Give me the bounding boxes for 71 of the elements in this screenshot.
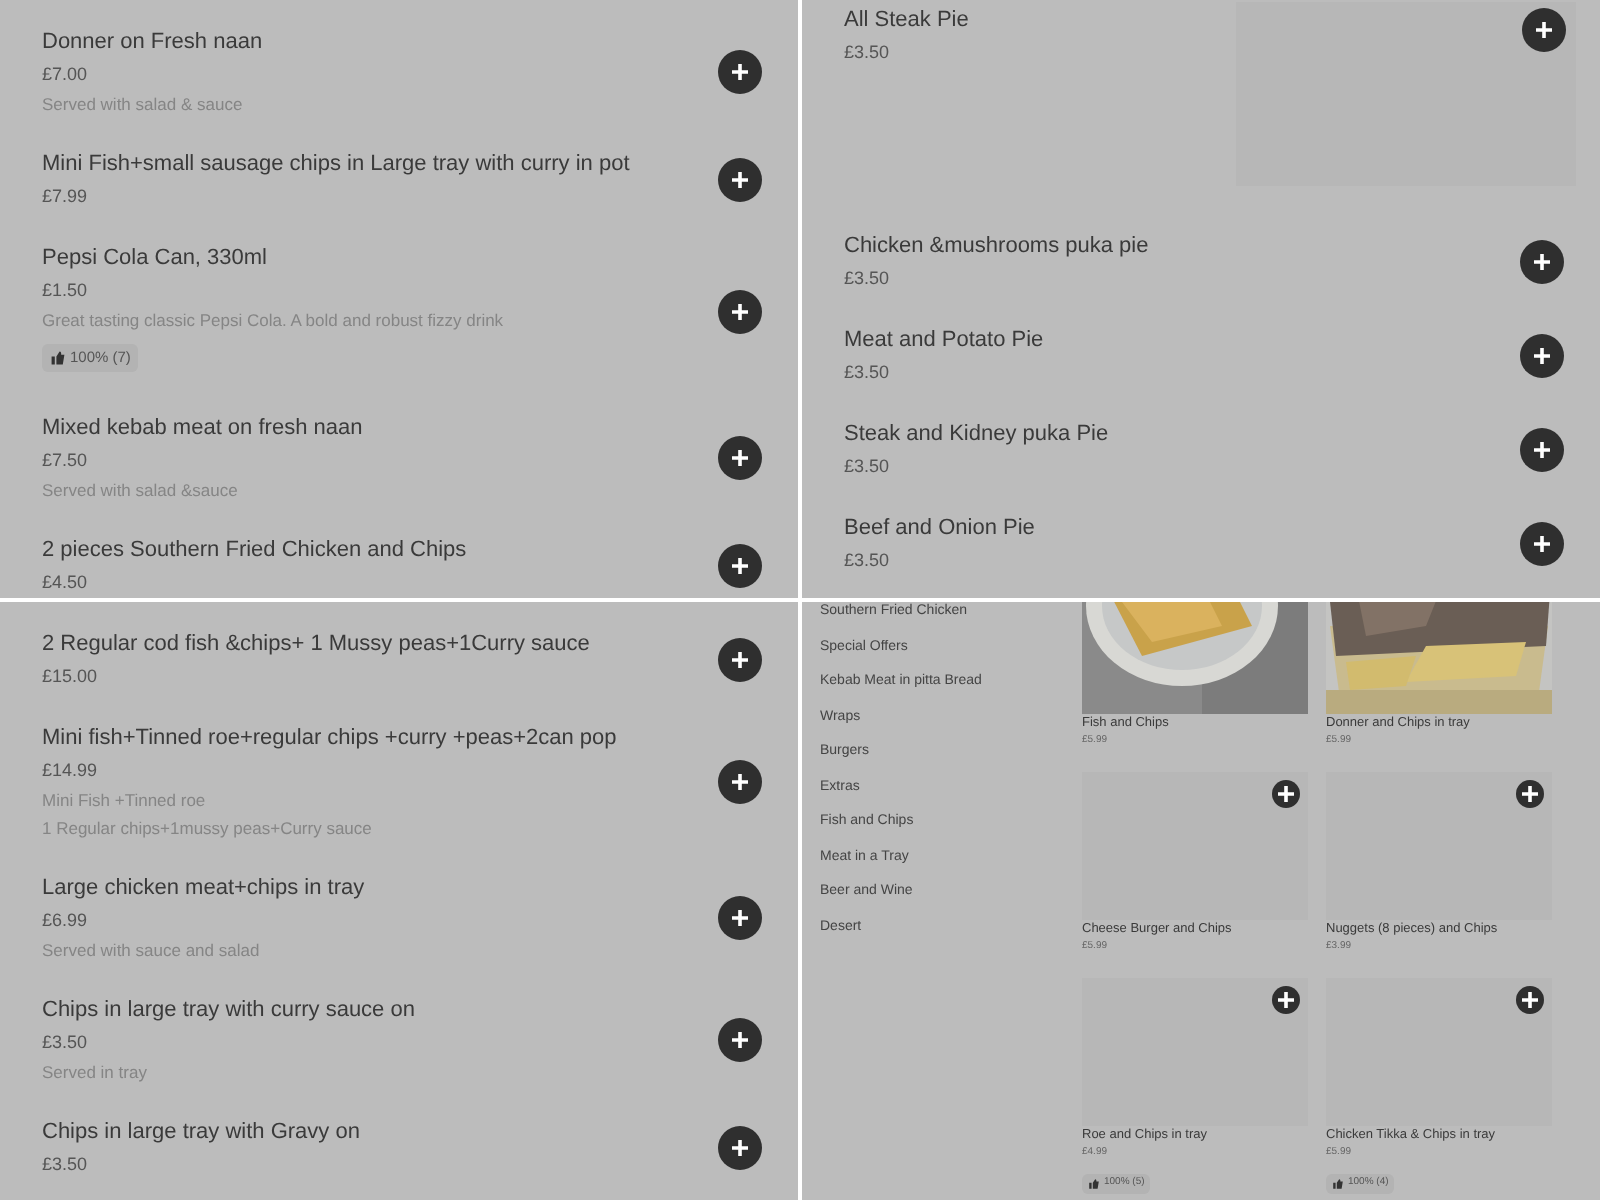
thumbs-up-icon [1088,1176,1100,1192]
item-price: £3.50 [42,1152,90,1178]
item-price: £7.50 [42,448,90,474]
add-button[interactable] [718,289,762,333]
plus-icon [1532,533,1552,553]
add-button[interactable] [1272,986,1300,1014]
item-name: Mini Fish+small sausage chips in Large tray with curry in pot [42,150,632,180]
item-name: Steak and Kidney puka Pie [844,420,1111,450]
item-price: £3.50 [844,548,892,574]
item-price: £14.99 [42,758,100,784]
plus-icon [1532,345,1552,365]
add-button[interactable] [1272,780,1300,808]
item-name: Mixed kebab meat on fresh naan [42,414,365,444]
thumbs-up-icon [50,350,66,366]
item-price: £7.00 [42,62,90,88]
add-button[interactable] [718,895,762,939]
plus-icon [1520,784,1540,804]
add-button[interactable] [718,49,762,93]
item-price: £3.50 [844,266,892,292]
add-button[interactable] [1520,427,1564,471]
plus-icon [1276,990,1296,1010]
add-button[interactable] [1520,521,1564,565]
plus-icon [730,907,750,927]
item-name: 2 pieces Southern Fried Chicken and Chips [42,536,469,566]
item-name: Beef and Onion Pie [844,514,1037,544]
add-button[interactable] [718,637,762,681]
item-name: All Steak Pie [844,6,971,36]
plus-icon [1534,20,1554,40]
add-button[interactable] [718,759,762,803]
add-button[interactable] [718,157,762,201]
item-name: 2 Regular cod fish &chips+ 1 Mussy peas+1Curry sauce [42,630,592,660]
plus-icon [1276,784,1296,804]
item-price: £4.50 [42,570,90,596]
add-button[interactable] [718,1017,762,1061]
add-button[interactable] [718,435,762,479]
item-price: £3.50 [844,40,892,66]
item-price: £6.99 [42,908,90,934]
plus-icon [730,1137,750,1157]
item-price: £3.50 [844,454,892,480]
thumbs-up-icon [1332,1176,1344,1192]
plus-icon [730,447,750,467]
item-name: Chips in large tray with curry sauce on [42,996,417,1026]
item-price: £15.00 [42,664,100,690]
item-name: Chips in large tray with Gravy on [42,1118,362,1148]
add-button[interactable] [1516,986,1544,1014]
add-button[interactable] [1520,333,1564,377]
item-price: £7.99 [42,184,90,210]
plus-icon [730,169,750,189]
plus-icon [730,771,750,791]
add-button[interactable] [1520,239,1564,283]
item-name: Meat and Potato Pie [844,326,1046,356]
plus-icon [730,649,750,669]
plus-icon [730,61,750,81]
plus-icon [1520,990,1540,1010]
item-name: Mini fish+Tinned roe+regular chips +curry +peas+2can pop [42,724,619,754]
plus-icon [730,1029,750,1049]
item-name: Chicken &mushrooms puka pie [844,232,1151,262]
item-price: £1.50 [42,278,90,304]
item-price: £3.50 [844,360,892,386]
item-name: Pepsi Cola Can, 330ml [42,244,270,274]
plus-icon [730,555,750,575]
item-name: Donner on Fresh naan [42,28,265,58]
add-button[interactable] [1522,8,1566,52]
plus-icon [730,301,750,321]
item-name: Large chicken meat+chips in tray [42,874,367,904]
add-button[interactable] [1516,780,1544,808]
item-price: £3.50 [42,1030,90,1056]
plus-icon [1532,251,1552,271]
plus-icon [1532,439,1552,459]
add-button[interactable] [718,1125,762,1169]
add-button[interactable] [718,543,762,587]
